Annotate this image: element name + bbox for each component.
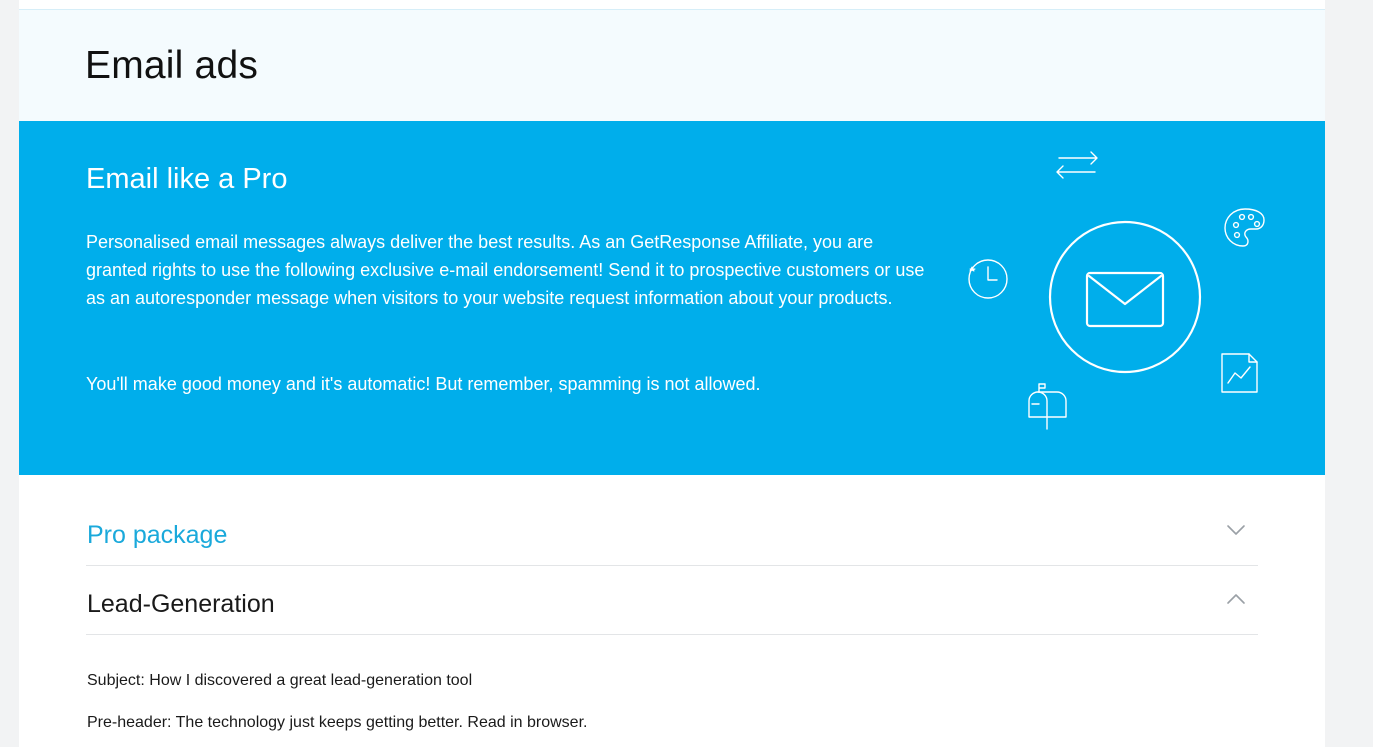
accordion-label: Pro package [87,521,228,549]
title-bar: Email ads [19,9,1325,122]
page-title: Email ads [85,44,259,87]
accordion-label: Lead-Generation [87,590,275,618]
page-container: Email ads Email like a Pro Personalised … [19,0,1325,747]
hero-heading: Email like a Pro [86,163,288,195]
hero-notice: You'll make good money and it's automati… [86,374,761,394]
repeat-arrows-icon [1056,151,1098,179]
email-subject: Subject: How I discovered a great lead-g… [87,672,473,689]
palette-icon [1224,208,1265,247]
chevron-up-icon[interactable] [1226,592,1246,606]
mailbox-icon [1028,383,1067,430]
chevron-down-icon[interactable] [1226,523,1246,537]
accordion-lead-generation[interactable]: Lead-Generation [86,566,1258,635]
envelope-icon [1048,220,1202,374]
hero-description: Personalised email messages always deliv… [86,232,925,308]
email-preheader: Pre-header: The technology just keeps ge… [87,714,588,731]
hero-illustration [968,151,1265,430]
hero-banner: Email like a Pro Personalised email mess… [19,121,1325,475]
chart-document-icon [1221,353,1258,393]
accordion-pro-package[interactable]: Pro package [86,497,1258,566]
clock-icon [968,259,1008,299]
